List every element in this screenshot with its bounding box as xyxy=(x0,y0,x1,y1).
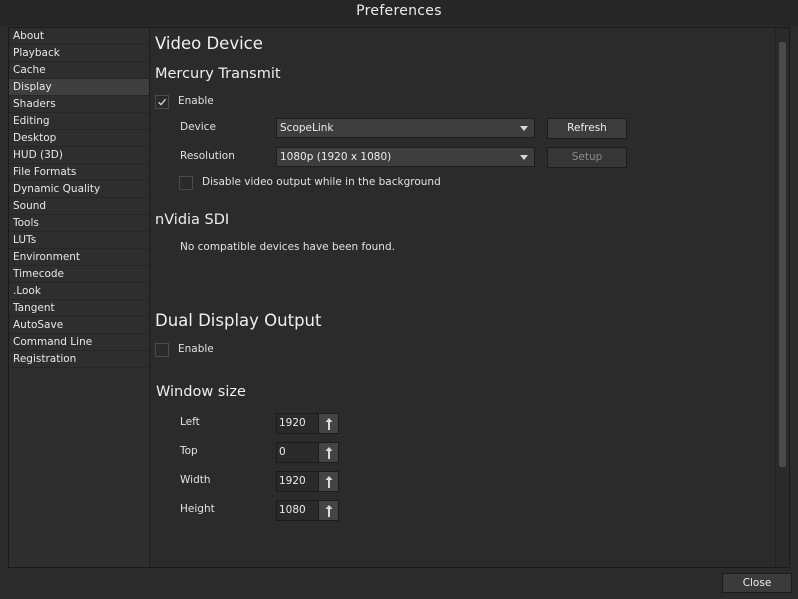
sidebar-item-sound[interactable]: Sound xyxy=(9,198,149,215)
content-scrollbar[interactable] xyxy=(775,28,789,567)
section-title-video-device: Video Device xyxy=(155,34,263,53)
mercury-enable-label: Enable xyxy=(178,95,214,107)
sidebar-item-hud-3d[interactable]: HUD (3D) xyxy=(9,147,149,164)
close-button[interactable]: Close xyxy=(722,573,792,593)
sidebar-item-cache[interactable]: Cache xyxy=(9,62,149,79)
device-select[interactable]: ScopeLink xyxy=(276,118,535,138)
spin-arrows-icon[interactable] xyxy=(318,414,338,433)
window-width-label: Width xyxy=(180,474,211,486)
sidebar-item-timecode[interactable]: Timecode xyxy=(9,266,149,283)
section-title-mercury-transmit: Mercury Transmit xyxy=(155,66,281,82)
spin-arrows-icon[interactable] xyxy=(318,472,338,491)
window-left-label: Left xyxy=(180,416,200,428)
window-width-spinbox[interactable]: 1920 xyxy=(276,471,339,492)
device-select-value: ScopeLink xyxy=(280,122,334,134)
window-width-value[interactable]: 1920 xyxy=(277,472,319,491)
sidebar-item-desktop[interactable]: Desktop xyxy=(9,130,149,147)
window-top-label: Top xyxy=(180,445,198,457)
preferences-frame: About Playback Cache Display Shaders Editing D… xyxy=(8,27,790,568)
window-height-label: Height xyxy=(180,503,215,515)
device-label: Device xyxy=(180,121,216,133)
disable-background-output-label: Disable video output while in the backgr… xyxy=(202,176,441,188)
sidebar-item-tools[interactable]: Tools xyxy=(9,215,149,232)
sidebar-item-luts[interactable]: LUTs xyxy=(9,232,149,249)
sidebar-item-dynamic-quality[interactable]: Dynamic Quality xyxy=(9,181,149,198)
dual-display-enable-label: Enable xyxy=(178,343,214,355)
sidebar-item-command-line[interactable]: Command Line xyxy=(9,334,149,351)
sidebar-item-registration[interactable]: Registration xyxy=(9,351,149,368)
sidebar: About Playback Cache Display Shaders Editing D… xyxy=(9,28,150,567)
sidebar-item-autosave[interactable]: AutoSave xyxy=(9,317,149,334)
window-title: Preferences xyxy=(0,0,798,26)
chevron-down-icon xyxy=(520,155,528,160)
resolution-select[interactable]: 1080p (1920 x 1080) xyxy=(276,147,535,167)
window-height-spinbox[interactable]: 1080 xyxy=(276,500,339,521)
sidebar-item-file-formats[interactable]: File Formats xyxy=(9,164,149,181)
setup-button[interactable]: Setup xyxy=(547,147,627,168)
sidebar-item-about[interactable]: About xyxy=(9,28,149,45)
window-top-spinbox[interactable]: 0 xyxy=(276,442,339,463)
scrollbar-thumb[interactable] xyxy=(779,42,786,467)
spin-arrows-icon[interactable] xyxy=(318,443,338,462)
window-left-value[interactable]: 1920 xyxy=(277,414,319,433)
section-title-window-size: Window size xyxy=(156,384,246,400)
resolution-label: Resolution xyxy=(180,150,235,162)
section-title-dual-display: Dual Display Output xyxy=(155,311,322,330)
mercury-enable-checkbox[interactable] xyxy=(155,95,169,109)
sidebar-item-playback[interactable]: Playback xyxy=(9,45,149,62)
sidebar-item-editing[interactable]: Editing xyxy=(9,113,149,130)
sidebar-item-shaders[interactable]: Shaders xyxy=(9,96,149,113)
nvidia-status-message: No compatible devices have been found. xyxy=(180,241,395,253)
chevron-down-icon xyxy=(520,126,528,131)
sidebar-item-environment[interactable]: Environment xyxy=(9,249,149,266)
sidebar-item-display[interactable]: Display xyxy=(9,79,149,96)
sidebar-item-look[interactable]: .Look xyxy=(9,283,149,300)
window-height-value[interactable]: 1080 xyxy=(277,501,319,520)
section-title-nvidia-sdi: nVidia SDI xyxy=(155,212,230,228)
disable-background-output-checkbox[interactable] xyxy=(179,176,193,190)
checkmark-icon xyxy=(158,98,167,106)
resolution-select-value: 1080p (1920 x 1080) xyxy=(280,151,392,163)
spin-arrows-icon[interactable] xyxy=(318,501,338,520)
display-settings-panel: Video Device Mercury Transmit Enable Dev… xyxy=(150,28,774,567)
window-top-value[interactable]: 0 xyxy=(277,443,319,462)
dual-display-enable-checkbox[interactable] xyxy=(155,343,169,357)
refresh-button[interactable]: Refresh xyxy=(547,118,627,139)
window-left-spinbox[interactable]: 1920 xyxy=(276,413,339,434)
sidebar-item-tangent[interactable]: Tangent xyxy=(9,300,149,317)
